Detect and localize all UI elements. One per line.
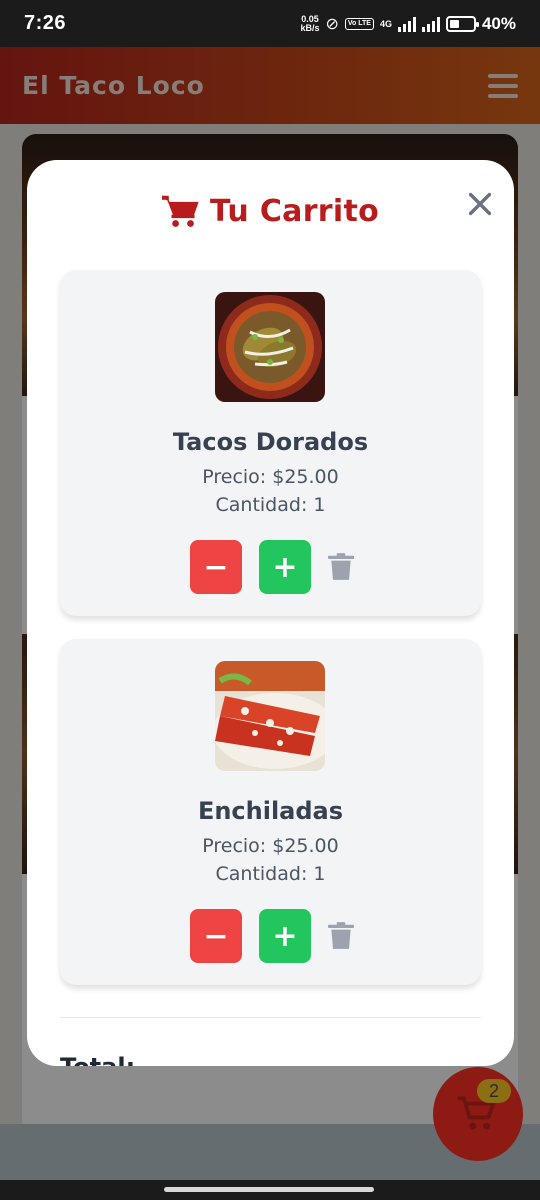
- item-name: Enchiladas: [197, 797, 344, 825]
- volte-icon: Vo LTE: [344, 17, 374, 30]
- battery-percent: 40%: [481, 13, 516, 33]
- total-label: Total:: [60, 1053, 135, 1066]
- cart-item: Tacos Dorados Precio: $25.00 Cantidad: 1…: [60, 270, 481, 616]
- cart-item: Enchiladas Precio: $25.00 Cantidad: 1 − …: [60, 639, 481, 985]
- signal-icon-2: [421, 16, 440, 32]
- item-price: Precio: $25.00: [202, 835, 339, 857]
- battery-icon: [445, 15, 479, 32]
- increase-button[interactable]: +: [259, 540, 311, 594]
- item-quantity: Cantidad: 1: [215, 494, 326, 516]
- status-bar: 7:26 0.05 kB/s ⊘ Vo LTE 4G 40%: [0, 0, 540, 47]
- decrease-button[interactable]: −: [190, 909, 242, 963]
- decrease-button[interactable]: −: [190, 540, 242, 594]
- speed-unit: kB/s: [300, 22, 320, 33]
- item-price: Precio: $25.00: [202, 466, 339, 488]
- cart-icon: [161, 195, 199, 227]
- hotspot-icon: ⊘: [325, 15, 339, 33]
- cart-modal: Tu Carrito Tacos Dorados Precio: $25.00 …: [27, 160, 514, 1066]
- item-controls: − +: [190, 909, 354, 963]
- item-quantity: Cantidad: 1: [215, 863, 326, 885]
- trash-icon[interactable]: [328, 552, 354, 582]
- item-image-enchiladas: [215, 661, 325, 771]
- cart-count-badge: 2: [477, 1079, 511, 1103]
- modal-title: Tu Carrito: [27, 194, 514, 229]
- divider: [60, 1017, 481, 1018]
- cart-button[interactable]: 2: [433, 1067, 523, 1161]
- network-type: 4G: [379, 18, 392, 29]
- item-image-tacos: [215, 292, 325, 402]
- signal-icon: [397, 16, 416, 32]
- item-name: Tacos Dorados: [172, 428, 369, 456]
- trash-icon[interactable]: [328, 921, 354, 951]
- item-controls: − +: [190, 540, 354, 594]
- network-speed: 0.05 kB/s: [300, 14, 320, 33]
- navigation-bar: [0, 1180, 540, 1200]
- status-icons: 0.05 kB/s ⊘ Vo LTE 4G 40%: [300, 14, 516, 34]
- battery-fill: [449, 19, 459, 28]
- home-gesture-handle[interactable]: [164, 1187, 374, 1192]
- increase-button[interactable]: +: [259, 909, 311, 963]
- modal-title-text: Tu Carrito: [209, 194, 380, 229]
- status-time: 7:26: [24, 12, 67, 34]
